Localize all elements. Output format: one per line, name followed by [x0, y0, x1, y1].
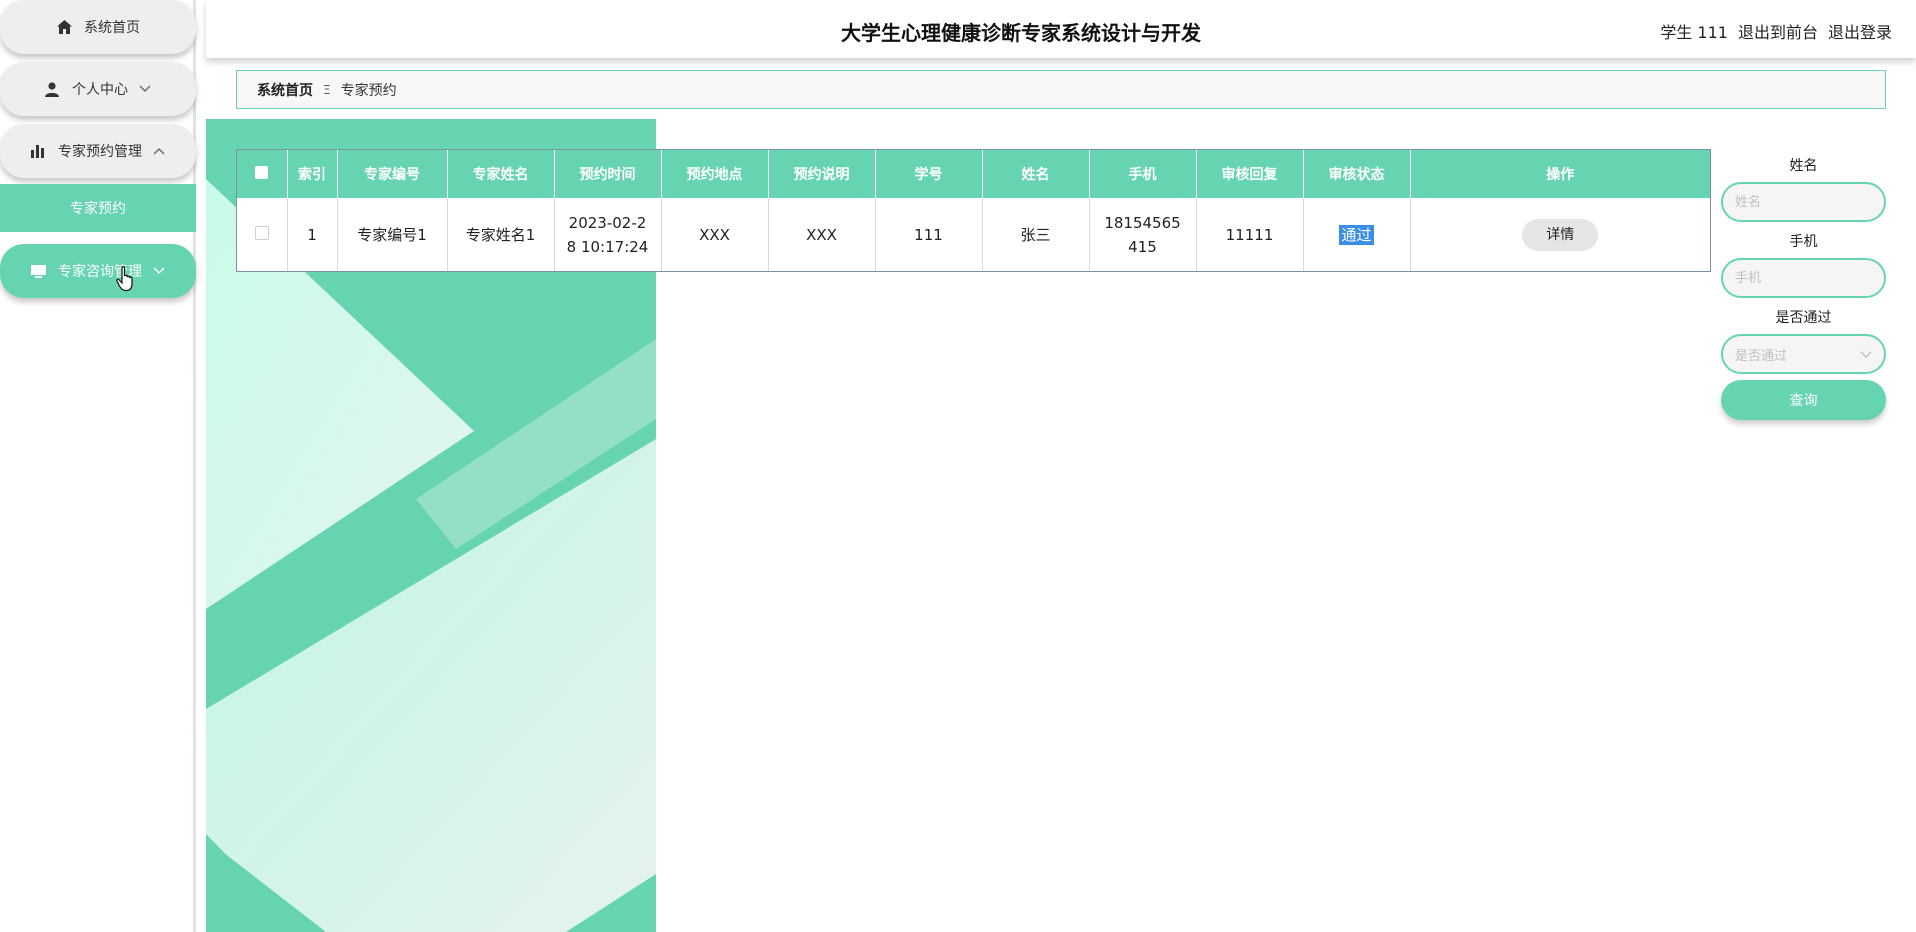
cell-index: 1: [287, 198, 338, 271]
breadcrumb: 系统首页 Ξ 专家预约: [236, 70, 1886, 109]
name-input[interactable]: [1721, 182, 1886, 222]
pass-select[interactable]: 是否通过: [1721, 334, 1886, 374]
sidebar-item-personal-center[interactable]: 个人中心: [0, 62, 196, 116]
row-select[interactable]: [237, 198, 288, 271]
status-badge: 通过: [1339, 224, 1374, 245]
column-header: 审核状态: [1303, 150, 1411, 198]
cell-expert-name: 专家姓名1: [447, 198, 555, 271]
column-header: 姓名: [982, 150, 1090, 198]
phone-input[interactable]: [1721, 258, 1886, 298]
bar-chart-icon: [30, 143, 46, 159]
checkbox-icon[interactable]: [255, 165, 269, 179]
sidebar-item-label: 系统首页: [84, 20, 140, 36]
breadcrumb-current: 专家预约: [340, 82, 397, 99]
column-header: 预约时间: [554, 150, 662, 198]
to-front-link[interactable]: 退出到前台: [1738, 19, 1818, 43]
sidebar-item-label: 专家预约管理: [58, 144, 142, 160]
header-select-all[interactable]: [237, 150, 288, 198]
column-header: 手机: [1089, 150, 1197, 198]
table-row: 1 专家编号1 专家姓名1 2023-02-28 10:17:24 XXX XX…: [237, 198, 1710, 271]
top-header: 大学生心理健康诊断专家系统设计与开发 学生 111 退出到前台 退出登录: [206, 0, 1916, 58]
sidebar-item-home[interactable]: 系统首页: [0, 0, 196, 54]
chevron-down-icon: [138, 82, 152, 96]
column-header: 专家编号: [337, 150, 448, 198]
column-header: 预约地点: [661, 150, 769, 198]
breadcrumb-separator: Ξ: [323, 82, 331, 97]
column-header: 预约说明: [768, 150, 876, 198]
appointment-table: 索引 专家编号 专家姓名 预约时间 预约地点 预约说明 学号 姓名 手机 审核回…: [236, 149, 1711, 272]
cell-status: 通过: [1303, 198, 1411, 271]
current-user: 学生 111: [1660, 23, 1728, 42]
chevron-down-icon: [1860, 348, 1872, 363]
cell-desc: XXX: [768, 198, 876, 271]
pass-label: 是否通过: [1775, 310, 1832, 326]
monitor-icon: [30, 263, 46, 279]
detail-button[interactable]: 详情: [1522, 218, 1599, 251]
name-label: 姓名: [1789, 158, 1818, 174]
phone-label: 手机: [1789, 234, 1818, 250]
table-header-row: 索引 专家编号 专家姓名 预约时间 预约地点 预约说明 学号 姓名 手机 审核回…: [237, 150, 1710, 198]
cell-time: 2023-02-28 10:17:24: [554, 198, 662, 271]
user-icon: [44, 81, 60, 97]
sidebar-item-appointment-management[interactable]: 专家预约管理: [0, 124, 196, 178]
sidebar: 系统首页 个人中心 专家预约管理 专家预约 专家咨询管理: [0, 0, 196, 932]
user-area: 学生 111 退出到前台 退出登录: [1660, 19, 1892, 43]
sidebar-subitem-expert-appointment[interactable]: 专家预约: [0, 184, 196, 232]
app-root: 系统首页 个人中心 专家预约管理 专家预约 专家咨询管理 大学生心理健康诊断专家…: [0, 0, 1916, 932]
cell-phone: 18154565415: [1089, 198, 1197, 271]
cell-action: 详情: [1410, 198, 1710, 271]
home-icon: [56, 19, 72, 35]
checkbox-icon[interactable]: [254, 225, 269, 240]
chevron-down-icon: [152, 264, 166, 278]
cell-name: 张三: [982, 198, 1090, 271]
pass-select-value: 是否通过: [1735, 348, 1788, 364]
breadcrumb-home[interactable]: 系统首页: [257, 80, 313, 100]
column-header: 学号: [875, 150, 983, 198]
cell-reply: 11111: [1196, 198, 1304, 271]
column-header: 操作: [1410, 150, 1710, 198]
column-header: 专家姓名: [447, 150, 555, 198]
cell-student-no: 111: [875, 198, 983, 271]
logout-link[interactable]: 退出登录: [1828, 19, 1892, 43]
sidebar-item-label: 个人中心: [72, 82, 128, 98]
column-header: 索引: [287, 150, 338, 198]
cell-expert-no: 专家编号1: [337, 198, 448, 271]
sidebar-item-consultation-management[interactable]: 专家咨询管理: [0, 244, 196, 298]
hand-cursor-icon: [116, 266, 133, 292]
chevron-up-icon: [152, 144, 166, 158]
search-button[interactable]: 查询: [1721, 380, 1886, 420]
cell-place: XXX: [661, 198, 769, 271]
search-panel: 姓名 手机 是否通过 是否通过 查询: [1721, 156, 1886, 420]
column-header: 审核回复: [1196, 150, 1304, 198]
